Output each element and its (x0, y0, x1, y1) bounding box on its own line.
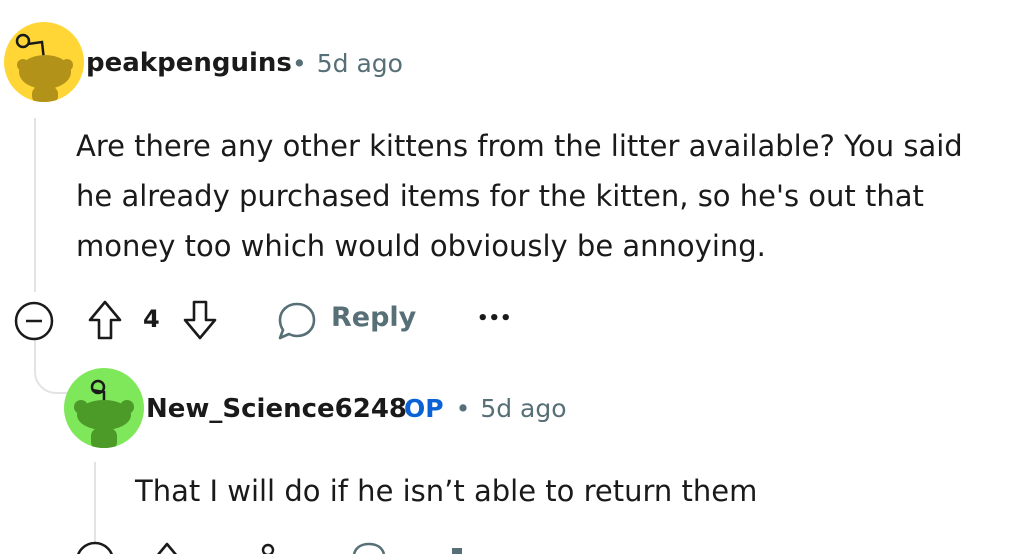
comment-body-line: Are there any other kittens from the lit… (76, 129, 963, 163)
downvote-arrow-icon (183, 300, 217, 340)
comment-meta: OP • 5d ago (404, 394, 567, 423)
upvote-arrow-icon (88, 300, 122, 340)
separator-dot: • (455, 394, 471, 423)
more-options-icon: ••• (477, 308, 512, 329)
comment-meta: • 5d ago (292, 49, 403, 78)
collapse-icon[interactable] (74, 540, 116, 554)
comment-bubble-icon[interactable] (348, 540, 390, 554)
op-badge: OP (404, 394, 444, 423)
collapse-button[interactable] (13, 300, 55, 342)
snoo-avatar-icon (74, 379, 134, 448)
comment-body-line: money too which would obviously be annoy… (76, 229, 766, 263)
timestamp[interactable]: 5d ago (480, 394, 566, 423)
action-bar-partial (0, 540, 1014, 554)
avatar[interactable] (64, 368, 144, 448)
comment-bubble-icon (278, 302, 316, 340)
comment-body-line: That I will do if he isn’t able to retur… (135, 474, 758, 508)
separator-dot: • (292, 49, 307, 78)
upvote-arrow-icon[interactable] (148, 540, 186, 554)
username[interactable]: peakpenguins (86, 48, 292, 78)
reply-label[interactable]: Reply (331, 302, 416, 333)
avatar[interactable] (4, 22, 84, 102)
thread-connector (34, 340, 70, 394)
collapse-icon (14, 301, 54, 341)
snoo-avatar-icon (15, 33, 73, 102)
timestamp[interactable]: 5d ago (317, 49, 403, 78)
vote-count: 4 (143, 305, 160, 333)
comment-body-line: he already purchased items for the kitte… (76, 179, 924, 213)
thread-line (34, 118, 36, 292)
downvote-arrow-icon[interactable] (258, 540, 278, 554)
more-options-button[interactable]: ••• (477, 308, 512, 329)
reply-button[interactable] (276, 300, 318, 342)
reply-label-partial[interactable] (452, 548, 462, 554)
username[interactable]: New_Science6248 (146, 394, 407, 424)
upvote-button[interactable] (86, 298, 124, 342)
downvote-button[interactable] (181, 298, 219, 342)
